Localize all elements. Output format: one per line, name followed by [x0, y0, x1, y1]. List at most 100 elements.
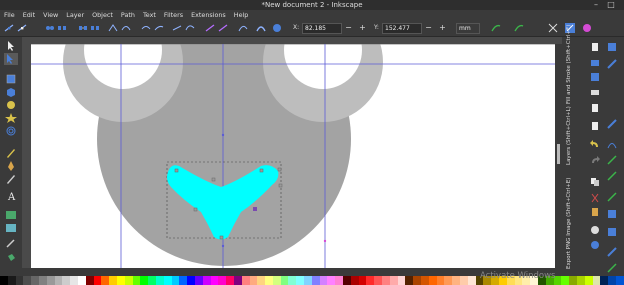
palette-swatch[interactable] [382, 276, 390, 285]
palette-swatch[interactable] [421, 276, 429, 285]
cut-icon[interactable] [590, 193, 600, 203]
line-segment-icon[interactable] [172, 23, 182, 33]
palette-swatch[interactable] [615, 276, 624, 285]
palette-swatch[interactable] [608, 276, 616, 285]
palette-swatch[interactable] [194, 276, 203, 285]
palette-swatch[interactable] [413, 276, 422, 285]
palette-swatch[interactable] [116, 276, 125, 285]
palette-swatch[interactable] [46, 276, 55, 285]
horizontal-ruler[interactable] [22, 37, 562, 44]
palette-swatch[interactable] [93, 276, 102, 285]
palette-swatch[interactable] [148, 276, 156, 285]
palette-swatch[interactable] [31, 276, 39, 285]
palette-swatch[interactable] [54, 276, 63, 285]
path-outline-icon[interactable] [256, 23, 266, 33]
palette-swatch[interactable] [179, 276, 188, 285]
curve-segment-icon[interactable] [185, 23, 195, 33]
palette-swatch[interactable] [311, 276, 320, 285]
palette-swatch[interactable] [397, 276, 406, 285]
palette-swatch[interactable] [202, 276, 211, 285]
print-icon[interactable] [590, 87, 600, 97]
palette-swatch[interactable] [249, 276, 258, 285]
x-decrement-button[interactable]: − [344, 23, 353, 34]
join-nodes-icon[interactable] [45, 23, 55, 33]
palette-swatch[interactable] [327, 276, 336, 285]
text-tool-icon[interactable]: A [4, 190, 18, 202]
y-increment-button[interactable]: + [438, 23, 447, 34]
fill-stroke-tab[interactable]: Fill and Stroke (Shift+Ctrl+F) [566, 25, 574, 104]
palette-swatch[interactable] [77, 276, 86, 285]
menu-view[interactable]: View [39, 10, 62, 20]
menu-help[interactable]: Help [230, 10, 253, 20]
palette-swatch[interactable] [561, 276, 570, 285]
palette-swatch[interactable] [389, 276, 398, 285]
palette-swatch[interactable] [233, 276, 242, 285]
palette-swatch[interactable] [257, 276, 266, 285]
layers-tab[interactable]: Layers (Shift+Ctrl+L) [566, 106, 574, 165]
unit-select[interactable]: mm [456, 23, 480, 34]
save-icon[interactable] [590, 72, 600, 82]
palette-swatch[interactable] [296, 276, 305, 285]
pencil-tool-icon[interactable] [4, 147, 18, 159]
snap-guide-icon[interactable] [607, 247, 617, 257]
copy-icon[interactable] [590, 177, 600, 187]
palette-swatch[interactable] [436, 276, 445, 285]
snap-intersection-icon[interactable] [607, 155, 617, 165]
join-segment-icon[interactable] [78, 23, 88, 33]
cusp-node-icon[interactable] [108, 23, 118, 33]
palette-swatch[interactable] [124, 276, 133, 285]
node-handle-tool-icon[interactable] [514, 23, 524, 33]
palette-swatch[interactable] [15, 276, 24, 285]
palette-swatch[interactable] [109, 276, 117, 285]
palette-swatch[interactable] [218, 276, 227, 285]
snap-page-icon[interactable] [607, 263, 617, 273]
selector-tool-icon[interactable] [4, 40, 18, 52]
palette-swatch[interactable] [304, 276, 312, 285]
palette-swatch[interactable] [576, 276, 585, 285]
menu-filters[interactable]: Filters [160, 10, 187, 20]
transform-nodes-icon[interactable] [548, 23, 558, 33]
palette-swatch[interactable] [85, 276, 94, 285]
palette-swatch[interactable] [0, 276, 8, 285]
ellipse-tool-icon[interactable] [4, 99, 18, 111]
scrollbar-thumb[interactable] [557, 144, 560, 164]
x-increment-button[interactable]: + [358, 23, 367, 34]
smooth-node-icon[interactable] [121, 23, 131, 33]
auto-smooth-icon[interactable] [154, 23, 164, 33]
spiral-tool-icon[interactable] [4, 125, 18, 137]
palette-swatch[interactable] [405, 276, 414, 285]
palette-swatch[interactable] [335, 276, 344, 285]
pen-tool-icon[interactable] [4, 160, 18, 172]
palette-swatch[interactable] [265, 276, 273, 285]
object-to-path-icon[interactable] [205, 23, 215, 33]
menu-edit[interactable]: Edit [19, 10, 39, 20]
snap-center-icon[interactable] [607, 209, 617, 219]
show-handles-icon[interactable] [238, 23, 248, 33]
palette-swatch[interactable] [241, 276, 250, 285]
palette-swatch[interactable] [569, 276, 577, 285]
snap-bbox-icon[interactable] [607, 59, 617, 69]
palette-swatch[interactable] [343, 276, 351, 285]
minimize-icon[interactable]: – [588, 0, 604, 10]
delete-node-icon[interactable] [17, 23, 27, 33]
node-curve-tool-icon[interactable] [491, 23, 501, 33]
palette-swatch[interactable] [374, 276, 383, 285]
zoom-selection-icon[interactable] [590, 225, 600, 235]
palette-swatch[interactable] [70, 276, 78, 285]
paste-icon[interactable] [590, 207, 600, 217]
new-document-icon[interactable] [590, 42, 600, 52]
y-decrement-button[interactable]: − [424, 23, 433, 34]
palette-swatch[interactable] [226, 276, 234, 285]
palette-swatch[interactable] [366, 276, 375, 285]
palette-swatch[interactable] [210, 276, 219, 285]
insert-node-icon[interactable] [4, 23, 14, 33]
stroke-to-path-icon[interactable] [218, 23, 228, 33]
show-clipping-icon[interactable] [582, 23, 592, 33]
x-coordinate-field[interactable]: 82.185 [302, 23, 342, 34]
undo-icon[interactable] [590, 139, 600, 149]
dropper-tool-icon[interactable] [4, 237, 18, 249]
calligraphy-tool-icon[interactable] [4, 173, 18, 185]
palette-swatch[interactable] [163, 276, 172, 285]
export-png-tab[interactable]: Export PNG Image (Shift+Ctrl+E) [566, 173, 574, 269]
canvas[interactable] [31, 44, 555, 268]
